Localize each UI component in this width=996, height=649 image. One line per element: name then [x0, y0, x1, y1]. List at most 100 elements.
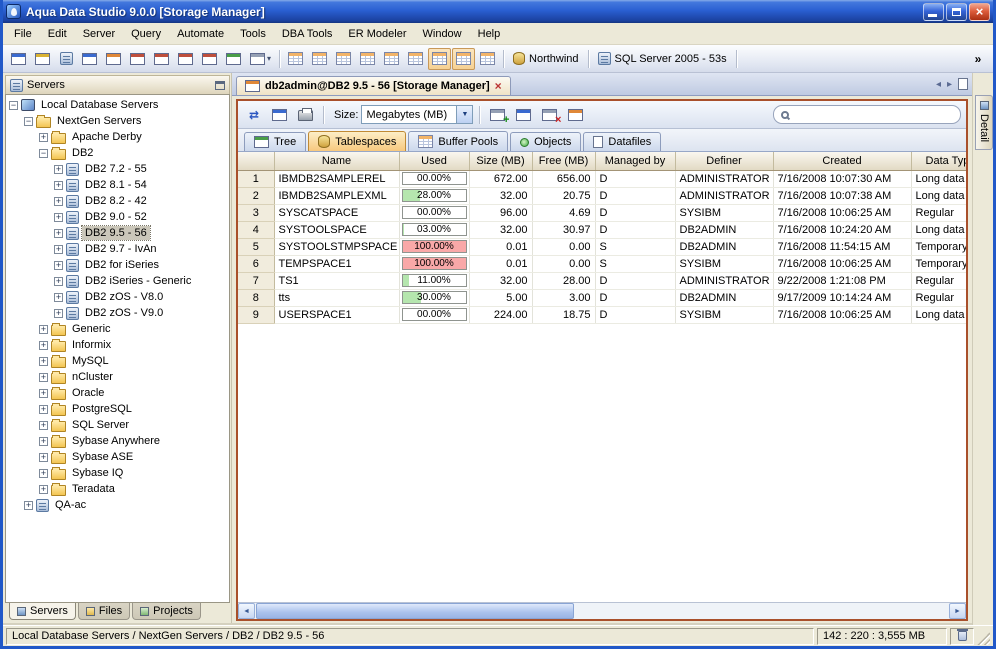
tree-plus-icon[interactable]: +: [39, 420, 48, 430]
cell-used[interactable]: 100.00%: [399, 255, 470, 273]
detail-tab[interactable]: Detail: [975, 95, 993, 151]
export-button[interactable]: [268, 104, 291, 126]
cell-created[interactable]: 7/16/2008 10:06:25 AM: [773, 204, 912, 222]
menu-server[interactable]: Server: [75, 25, 123, 43]
column-header-data-type[interactable]: Data Type: [911, 152, 966, 171]
column-header-name[interactable]: Name: [274, 152, 400, 171]
tree-item-teradata[interactable]: + Teradata: [6, 481, 229, 497]
row-number-cell[interactable]: 1: [238, 170, 275, 188]
close-tab-icon[interactable]: ×: [495, 80, 502, 92]
tree-item-nextgen-servers[interactable]: − NextGen Servers: [6, 113, 229, 129]
query-analyzer-button[interactable]: [126, 48, 149, 70]
drop-tablespace-button[interactable]: [538, 104, 561, 126]
tree-item-db2-for-iseries[interactable]: + DB2 for iSeries: [6, 257, 229, 273]
server-monitor-button[interactable]: [78, 48, 101, 70]
tree-plus-icon[interactable]: +: [24, 500, 33, 510]
cell-name[interactable]: IBMDB2SAMPLEREL: [274, 170, 400, 188]
tree-item-db2[interactable]: − DB2: [6, 145, 229, 161]
undock-panel-icon[interactable]: [215, 80, 225, 90]
tree-plus-icon[interactable]: +: [39, 372, 48, 382]
tree-plus-icon[interactable]: +: [54, 180, 63, 190]
cell-created[interactable]: 7/16/2008 10:06:25 AM: [773, 306, 912, 324]
cell-name[interactable]: TS1: [274, 272, 400, 290]
tree-plus-icon[interactable]: +: [54, 292, 63, 302]
open-file-button[interactable]: [31, 48, 54, 70]
tree-item-qa-ac[interactable]: + QA-ac: [6, 497, 229, 513]
tree-plus-icon[interactable]: +: [54, 164, 63, 174]
tree-minus-icon[interactable]: −: [9, 100, 18, 110]
tree-item-sql-server[interactable]: + SQL Server: [6, 417, 229, 433]
cell-managed-by[interactable]: D: [595, 204, 676, 222]
toolbar-overflow-button[interactable]: »: [967, 48, 989, 70]
tree-plus-icon[interactable]: +: [39, 340, 48, 350]
menu-file[interactable]: File: [6, 25, 40, 43]
tab-datafiles[interactable]: Datafiles: [583, 132, 662, 151]
cell-used[interactable]: 11.00%: [399, 272, 470, 290]
tree-item-ncluster[interactable]: + nCluster: [6, 369, 229, 385]
tab-tree[interactable]: Tree: [244, 132, 307, 151]
grid-view-3-button[interactable]: [332, 48, 355, 70]
tree-plus-icon[interactable]: +: [39, 132, 48, 142]
tab-buffer-pools[interactable]: Buffer Pools: [408, 131, 509, 151]
tree-item-mysql[interactable]: + MySQL: [6, 353, 229, 369]
cell-free[interactable]: 0.00: [532, 255, 596, 273]
tree-item-local-database-servers[interactable]: − Local Database Servers: [6, 97, 229, 113]
document-tab[interactable]: db2admin@DB2 9.5 - 56 [Storage Manager] …: [236, 76, 511, 95]
column-header-definer[interactable]: Definer: [675, 152, 774, 171]
maximize-button[interactable]: [946, 2, 967, 21]
menu-dba-tools[interactable]: DBA Tools: [274, 25, 341, 43]
cell-name[interactable]: IBMDB2SAMPLEXML: [274, 187, 400, 205]
tree-item-db2-iseries-generic[interactable]: + DB2 iSeries - Generic: [6, 273, 229, 289]
tree-item-postgresql[interactable]: + PostgreSQL: [6, 401, 229, 417]
cell-created[interactable]: 7/16/2008 10:06:25 AM: [773, 255, 912, 273]
cell-definer[interactable]: DB2ADMIN: [675, 238, 774, 256]
grid-view-4-button[interactable]: [356, 48, 379, 70]
cell-managed-by[interactable]: D: [595, 221, 676, 239]
tab-list-icon[interactable]: [958, 78, 968, 90]
resize-grip[interactable]: [977, 632, 990, 645]
script-tablespace-button[interactable]: [564, 104, 587, 126]
tree-item-db2-9-5-56[interactable]: + DB2 9.5 - 56: [6, 225, 229, 241]
registered-servers-button[interactable]: [55, 48, 77, 70]
cell-used[interactable]: 00.00%: [399, 170, 470, 188]
size-unit-select[interactable]: Megabytes (MB) ▼: [361, 105, 474, 124]
cell-size[interactable]: 224.00: [469, 306, 533, 324]
menu-automate[interactable]: Automate: [169, 25, 232, 43]
cell-managed-by[interactable]: D: [595, 272, 676, 290]
tree-item-apache-derby[interactable]: + Apache Derby: [6, 129, 229, 145]
tree-item-sybase-iq[interactable]: + Sybase IQ: [6, 465, 229, 481]
column-header-managed-by[interactable]: Managed by: [595, 152, 676, 171]
sidebar-tab-servers[interactable]: Servers: [9, 603, 76, 620]
tree-plus-icon[interactable]: +: [54, 260, 63, 270]
query-builder-button[interactable]: [150, 48, 173, 70]
cell-data-type[interactable]: Long data: [911, 306, 966, 324]
column-header-created[interactable]: Created: [773, 152, 912, 171]
menu-edit[interactable]: Edit: [40, 25, 75, 43]
cell-free[interactable]: 0.00: [532, 238, 596, 256]
grid-view-5-button[interactable]: [380, 48, 403, 70]
row-number-cell[interactable]: 7: [238, 272, 275, 290]
tree-item-db2-8-2-42[interactable]: + DB2 8.2 - 42: [6, 193, 229, 209]
cell-used[interactable]: 100.00%: [399, 238, 470, 256]
cell-free[interactable]: 28.00: [532, 272, 596, 290]
tab-objects[interactable]: Objects: [510, 132, 582, 151]
tree-item-sybase-ase[interactable]: + Sybase ASE: [6, 449, 229, 465]
row-number-cell[interactable]: 8: [238, 289, 275, 307]
cell-free[interactable]: 18.75: [532, 306, 596, 324]
titlebar[interactable]: Aqua Data Studio 9.0.0 [Storage Manager]…: [3, 0, 993, 23]
edit-tablespace-button[interactable]: [512, 104, 535, 126]
cell-managed-by[interactable]: D: [595, 306, 676, 324]
gc-button[interactable]: [950, 627, 974, 645]
sidebar-tab-projects[interactable]: Projects: [132, 603, 201, 620]
column-header-used[interactable]: Used: [399, 152, 470, 171]
tree-plus-icon[interactable]: +: [39, 468, 48, 478]
print-button[interactable]: [294, 104, 317, 126]
grid-view-2-button[interactable]: [308, 48, 331, 70]
grid-view-1-button[interactable]: [284, 48, 307, 70]
cell-created[interactable]: 9/22/2008 1:21:08 PM: [773, 272, 912, 290]
cell-used[interactable]: 30.00%: [399, 289, 470, 307]
cell-created[interactable]: 7/16/2008 10:24:20 AM: [773, 221, 912, 239]
cell-definer[interactable]: SYSIBM: [675, 255, 774, 273]
cell-managed-by[interactable]: D: [595, 170, 676, 188]
sidebar-tab-files[interactable]: Files: [77, 603, 131, 620]
